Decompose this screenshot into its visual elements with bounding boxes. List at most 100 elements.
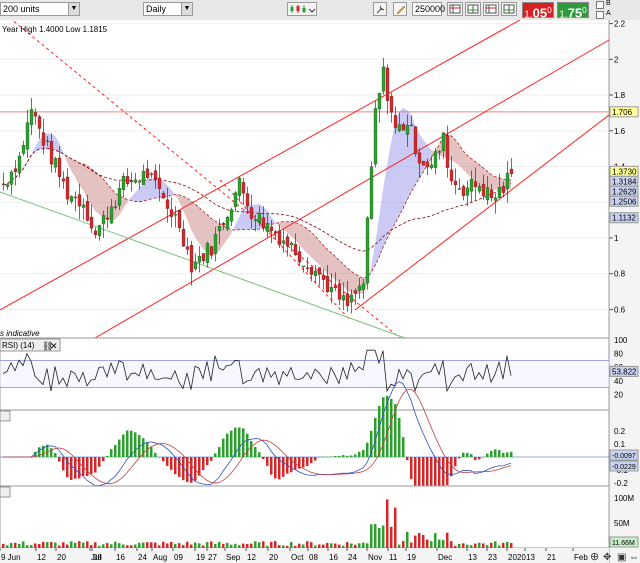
volume-bar (330, 543, 333, 548)
volume-bar (234, 543, 237, 548)
sell-price-button[interactable]: 1.050 (522, 2, 554, 21)
volume-bar (446, 532, 449, 548)
up-candle (485, 187, 490, 201)
down-candle (49, 141, 54, 165)
drag-icon[interactable]: ⇔ (629, 552, 639, 563)
up-candle (329, 287, 334, 293)
zoom-in-icon[interactable]: ⊕ (590, 551, 599, 563)
time-tick-label: 2020 (508, 553, 526, 562)
down-candle (337, 283, 342, 300)
value-label: 1.1132 (612, 214, 636, 223)
down-candle (333, 285, 338, 289)
up-candle (69, 196, 74, 202)
sell-price-small: 1. (524, 9, 533, 21)
volume-bar (38, 543, 41, 548)
time-tick-label: 24 (138, 553, 147, 562)
macd-histogram-bar (494, 449, 497, 457)
interval-select[interactable]: Daily ▼ (143, 2, 193, 16)
time-tick-label: Feb (574, 553, 588, 562)
time-tick-label: Nov (368, 553, 382, 562)
down-candle (269, 226, 274, 231)
volume-bar (458, 543, 461, 548)
down-candle (157, 177, 162, 190)
up-candle (109, 206, 114, 224)
volume-bar (58, 545, 61, 548)
volume-bar (6, 545, 9, 548)
price-tick-label: 0.6 (614, 305, 626, 314)
volume-bar (390, 526, 393, 548)
macd-histogram-bar (150, 447, 153, 457)
macd-histogram-bar (98, 457, 101, 467)
cloud-segment (99, 175, 103, 217)
volume-bar (162, 541, 165, 548)
time-tick-label: 27 (208, 553, 217, 562)
time-tick-label: 08 (93, 553, 102, 562)
down-candle (145, 168, 150, 178)
settings-button[interactable] (373, 2, 387, 16)
up-candle (437, 151, 442, 153)
macd-histogram-bar (358, 451, 361, 457)
up-candle (5, 184, 10, 187)
macd-histogram-bar (70, 457, 73, 480)
macd-histogram-bar (330, 456, 333, 458)
order-grid-button-1[interactable] (447, 2, 463, 16)
resistance-label: 1.706 (612, 108, 633, 117)
volume-bar (326, 542, 329, 548)
units-select-value: 200 units (3, 4, 40, 14)
checkbox-b[interactable] (596, 1, 604, 9)
price-chart[interactable]: 2.221.81.61.41.210.80.61.7061.37301.3184… (0, 20, 640, 563)
volume-bar (314, 545, 317, 548)
chart-type-button[interactable] (287, 2, 317, 16)
volume-bar (158, 545, 161, 548)
macd-histogram-bar (398, 418, 401, 457)
volume-bar (258, 542, 261, 548)
window-icon[interactable]: ▣ (617, 552, 626, 563)
volume-bar (62, 542, 65, 548)
down-candle (453, 180, 458, 186)
order-grid-button-2[interactable] (465, 2, 481, 16)
volume-bar (374, 524, 377, 548)
units-select[interactable]: 200 units ▼ (0, 2, 80, 16)
macd-histogram-bar (314, 457, 317, 461)
buy-price-big: 75 (567, 5, 583, 21)
time-tick-label: 08 (309, 553, 318, 562)
volume-bar (318, 544, 321, 548)
volume-bar (402, 541, 405, 548)
order-grid-button-4[interactable] (501, 2, 517, 16)
cloud-segment (315, 235, 319, 265)
order-grid-button-3[interactable] (483, 2, 499, 16)
rsi-band (0, 360, 609, 388)
volume-bar (282, 545, 285, 548)
value-label: 1.3184 (612, 177, 637, 186)
volume-bar (206, 542, 209, 548)
volume-bar (454, 545, 457, 548)
up-candle (397, 124, 402, 132)
volume-bar (266, 545, 269, 548)
chevron-down-icon[interactable]: ▼ (68, 3, 79, 15)
down-candle (37, 116, 42, 129)
rsi-tick-label: 100 (614, 336, 628, 345)
quantity-input[interactable]: 250000 (412, 2, 445, 16)
buy-price-button[interactable]: 1.750 (557, 2, 589, 21)
volume-bar (466, 544, 469, 548)
down-candle (169, 209, 174, 217)
volume-bar (150, 542, 153, 548)
volume-bar (114, 541, 117, 548)
down-candle (409, 124, 414, 127)
close-icon[interactable]: ✕ (50, 341, 58, 351)
checkbox-a[interactable] (596, 11, 604, 19)
up-candle (25, 122, 30, 150)
macd-histogram-bar (458, 457, 461, 459)
volume-bar (354, 544, 357, 548)
edit-button[interactable] (393, 2, 407, 16)
chevron-down-icon[interactable]: ▼ (181, 3, 192, 15)
volume-bar (134, 544, 137, 548)
volume-bar (310, 542, 313, 548)
volume-bar (50, 542, 53, 548)
down-candle (149, 173, 154, 175)
volume-bar (154, 542, 157, 548)
volume-bar (270, 541, 273, 548)
move-icon[interactable]: ✥ (603, 552, 611, 563)
volume-bar (146, 542, 149, 548)
volume-bar (386, 499, 389, 548)
